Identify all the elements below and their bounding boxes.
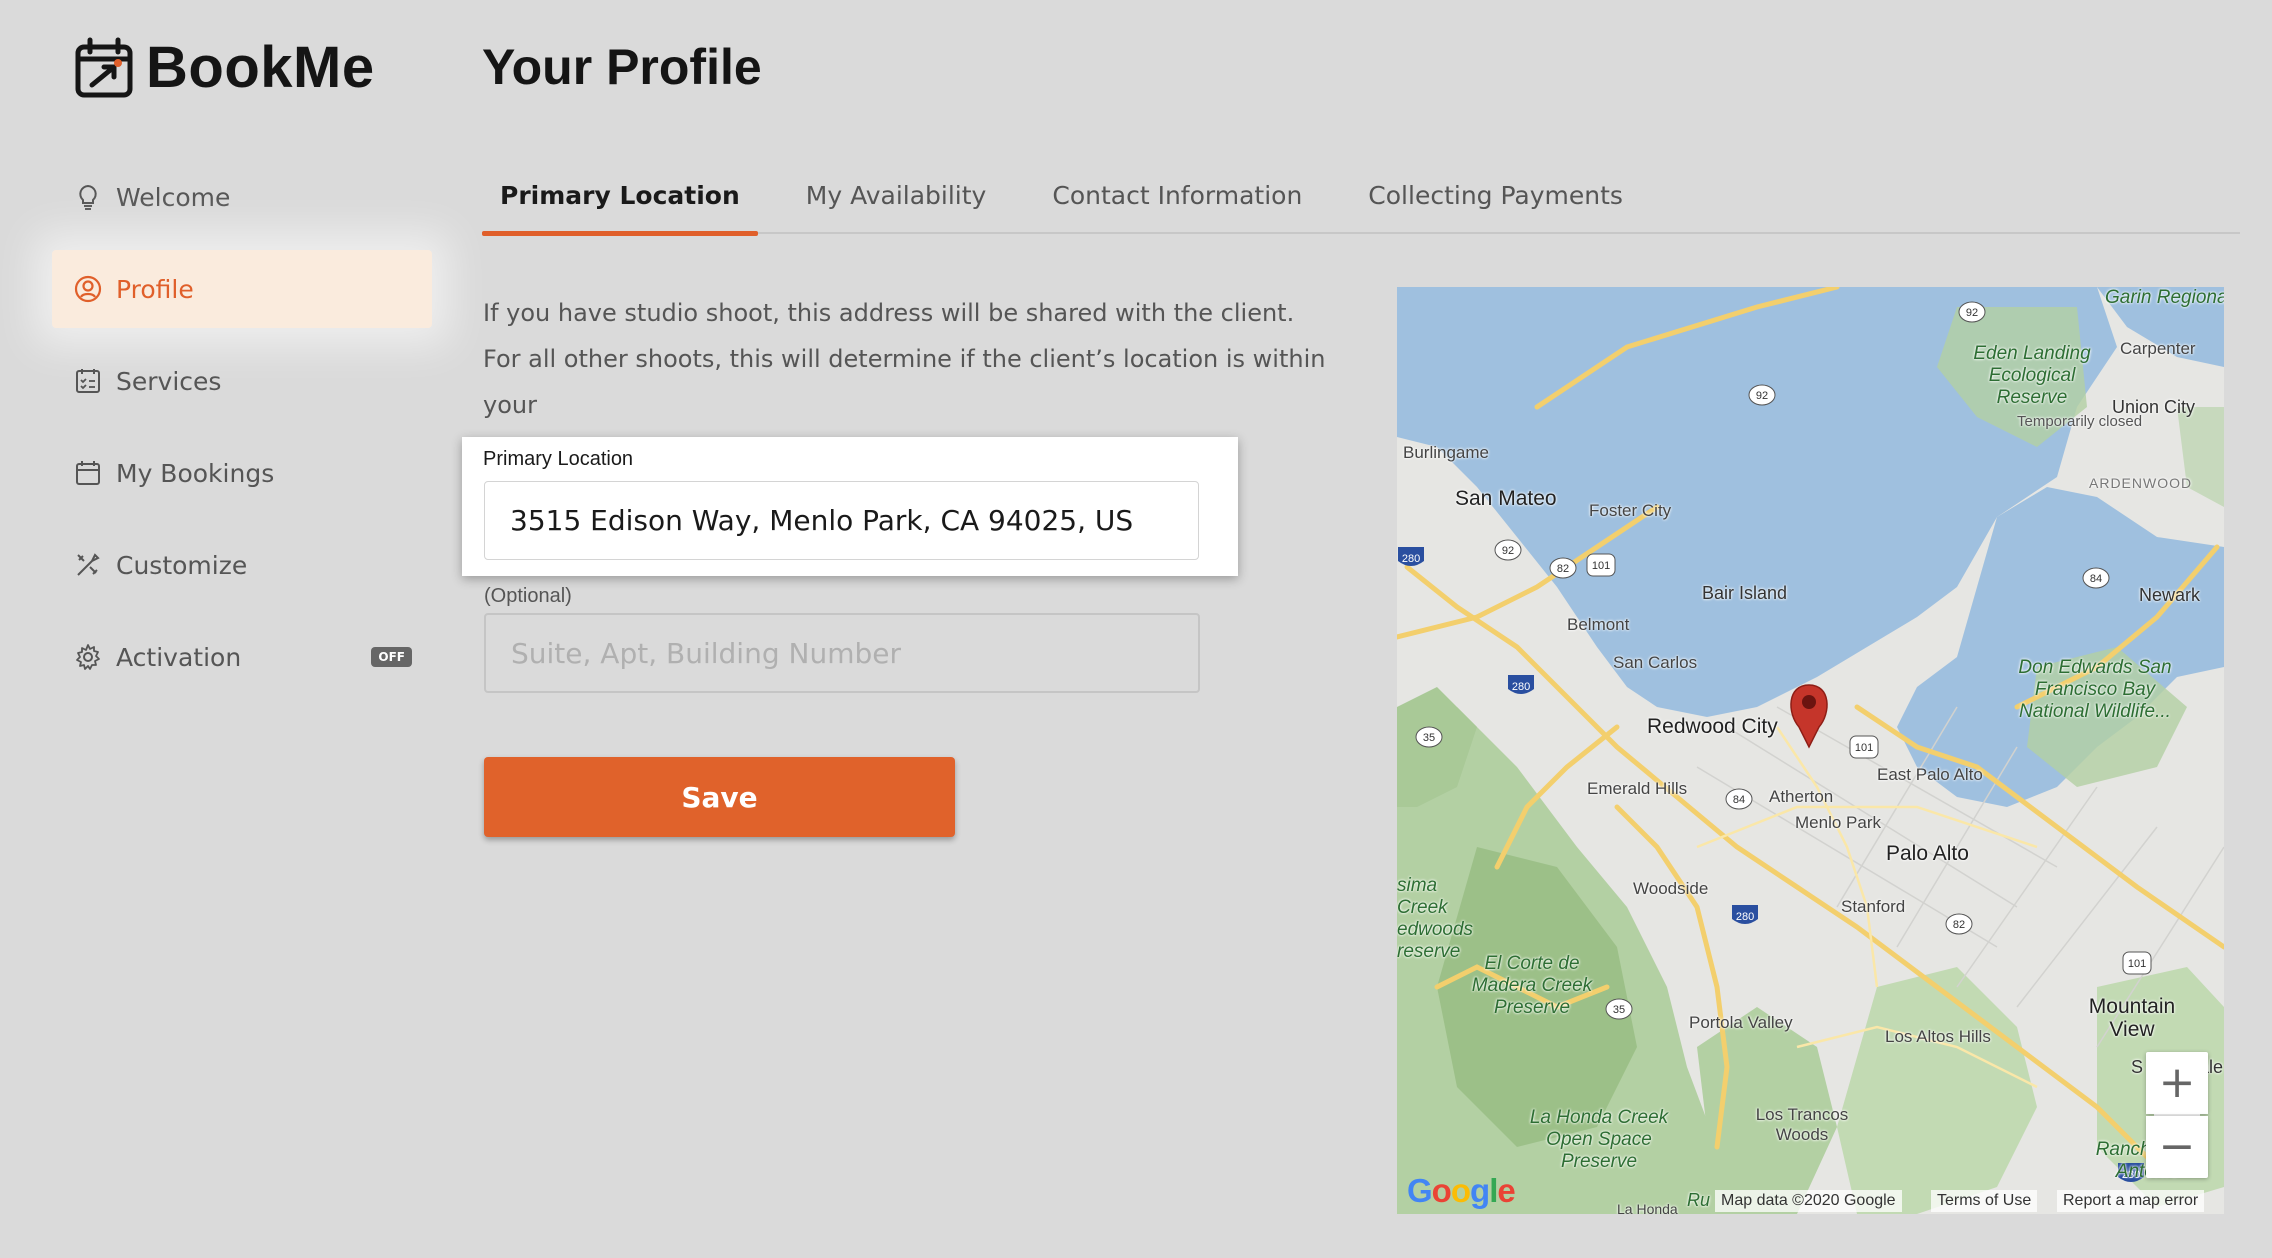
map-place-label: San Carlos	[1613, 653, 1698, 672]
suite-apt-input[interactable]	[484, 613, 1200, 693]
svg-text:280: 280	[1512, 681, 1530, 693]
sidebar-nav: Welcome Profile Services My Bookings Cus…	[52, 158, 432, 710]
zoom-out-button[interactable]: −	[2146, 1116, 2208, 1178]
map-place-label: Portola Valley	[1689, 1013, 1793, 1032]
sidebar-item-label: Customize	[116, 550, 248, 580]
map-place-label: La Honda Creek Open Space Preserve	[1529, 1107, 1669, 1172]
map-place-label: Belmont	[1567, 615, 1630, 634]
app-logo[interactable]: BookMe	[74, 34, 375, 101]
svg-text:82: 82	[1557, 563, 1569, 575]
calendar-logo-icon	[74, 37, 134, 99]
map-place-label: sima Creek edwoods reserve	[1397, 875, 1474, 962]
map-place-label: S	[2131, 1057, 2144, 1077]
lightbulb-icon	[74, 183, 102, 211]
location-map[interactable]: 92 92 92 82 101 280 84 280 35 84 101 280…	[1397, 287, 2224, 1214]
app-name: BookMe	[146, 35, 375, 100]
map-place-label: Bair Island	[1702, 583, 1788, 603]
save-button[interactable]: Save	[484, 757, 955, 837]
map-place-label: Emerald Hills	[1587, 779, 1688, 798]
zoom-in-button[interactable]: +	[2146, 1052, 2208, 1114]
map-place-label: Stanford	[1841, 897, 1906, 916]
svg-text:92: 92	[1756, 390, 1768, 402]
svg-text:101: 101	[1855, 742, 1873, 754]
svg-text:84: 84	[2090, 573, 2102, 585]
map-place-label: Eden Landing Ecological Reserve	[1973, 343, 2091, 408]
map-place-label: Don Edwards San Francisco Bay National W…	[2018, 657, 2172, 722]
svg-text:35: 35	[1423, 732, 1435, 744]
map-place-label: Atherton	[1769, 787, 1834, 806]
tab-primary-location[interactable]: Primary Location	[482, 160, 758, 236]
map-place-label: El Corte de Madera Creek Preserve	[1471, 953, 1593, 1018]
map-attribution: Map data ©2020 Google	[1715, 1190, 1902, 1212]
user-circle-icon	[74, 275, 102, 303]
svg-text:84: 84	[1733, 794, 1745, 806]
map-place-label: East Palo Alto	[1877, 765, 1983, 784]
map-place-label: ARDENWOOD	[2089, 475, 2193, 491]
map-place-label: Garin Regional	[2105, 287, 2224, 308]
profile-tabs: Primary Location My Availability Contact…	[482, 160, 2240, 236]
google-logo: Google	[1407, 1172, 1516, 1209]
svg-text:101: 101	[1592, 560, 1610, 572]
report-map-error-link[interactable]: Report a map error	[2057, 1190, 2205, 1212]
sidebar-item-customize[interactable]: Customize	[52, 526, 432, 604]
sidebar-item-label: Services	[116, 366, 222, 396]
primary-location-label: Primary Location	[483, 448, 634, 470]
sidebar-item-profile[interactable]: Profile	[52, 250, 432, 328]
map-place-label: Burlingame	[1403, 443, 1489, 462]
sidebar-item-label: My Bookings	[116, 458, 275, 488]
svg-text:92: 92	[1502, 545, 1514, 557]
map-place-label: Menlo Park	[1795, 813, 1881, 832]
tools-icon	[74, 551, 102, 579]
map-place-label: Mountain View	[2088, 995, 2176, 1041]
activation-status-badge: OFF	[371, 647, 412, 667]
sidebar-item-activation[interactable]: Activation OFF	[52, 618, 432, 696]
map-place-label: Newark	[2139, 585, 2201, 605]
map-place-label: San Mateo	[1455, 487, 1557, 510]
primary-location-input[interactable]	[484, 481, 1199, 560]
map-place-label: Palo Alto	[1886, 842, 1969, 865]
description-line: If you have studio shoot, this address w…	[483, 299, 1295, 327]
map-place-label: Woodside	[1633, 879, 1709, 898]
tab-my-availability[interactable]: My Availability	[788, 160, 1005, 234]
svg-text:82: 82	[1953, 919, 1965, 931]
terms-of-use-link[interactable]: Terms of Use	[1931, 1190, 2038, 1212]
gear-icon	[74, 643, 102, 671]
optional-label: (Optional)	[484, 585, 572, 607]
sidebar-item-label: Activation	[116, 642, 242, 672]
map-place-label: Los Trancos Woods	[1755, 1105, 1849, 1144]
tab-collecting-payments[interactable]: Collecting Payments	[1350, 160, 1641, 234]
svg-text:92: 92	[1966, 307, 1978, 319]
sidebar-item-welcome[interactable]: Welcome	[52, 158, 432, 236]
tab-contact-information[interactable]: Contact Information	[1034, 160, 1320, 234]
map-place-label: Union City	[2112, 397, 2196, 417]
svg-text:35: 35	[1613, 1004, 1625, 1016]
sidebar-item-label: Profile	[116, 274, 194, 304]
description-line: For all other shoots, this will determin…	[483, 345, 1326, 419]
sidebar-item-my-bookings[interactable]: My Bookings	[52, 434, 432, 512]
map-footer: Google Map data ©2020 Google Terms of Us…	[1397, 1172, 2224, 1214]
checklist-icon	[74, 367, 102, 395]
svg-text:101: 101	[2128, 958, 2146, 970]
svg-text:280: 280	[1402, 553, 1420, 565]
svg-text:280: 280	[1736, 911, 1754, 923]
map-place-label: Los Altos Hills	[1885, 1027, 1991, 1046]
page-title: Your Profile	[482, 39, 762, 95]
map-place-label: Foster City	[1589, 501, 1672, 520]
sidebar-item-services[interactable]: Services	[52, 342, 432, 420]
sidebar-item-label: Welcome	[116, 182, 231, 212]
primary-location-card: Primary Location	[462, 437, 1238, 576]
map-place-label: Carpenter	[2120, 339, 2196, 358]
calendar-icon	[74, 459, 102, 487]
map-place-label: Redwood City	[1647, 715, 1778, 738]
